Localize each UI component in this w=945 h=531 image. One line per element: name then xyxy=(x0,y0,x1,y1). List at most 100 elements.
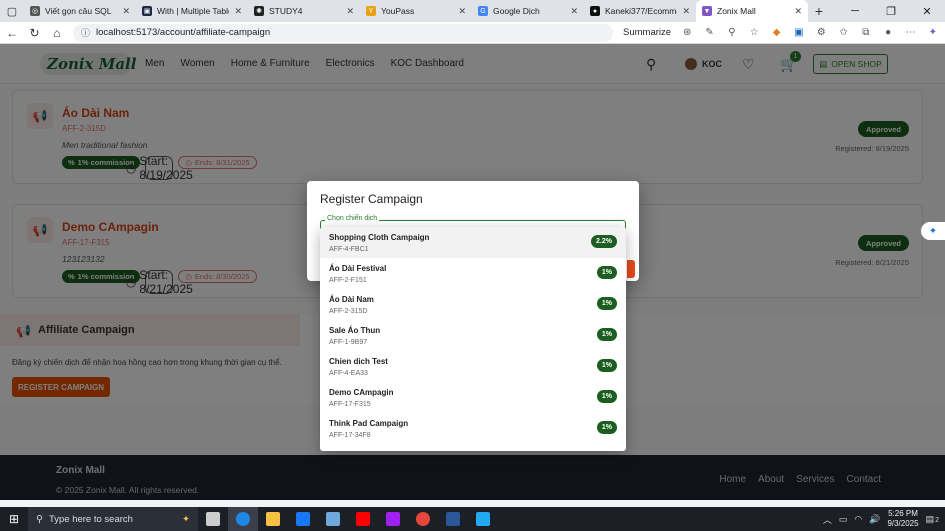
tab-favicon-icon: G xyxy=(478,6,488,16)
option-rate-badge: 1% xyxy=(596,359,617,372)
tab-title: Google Dịch xyxy=(493,6,540,16)
option-code: AFF-4-EA33 xyxy=(329,370,368,377)
volume-icon[interactable]: 🔊 xyxy=(869,514,880,525)
tab-title: Kaneki377/Ecommerce xyxy=(605,6,677,16)
taskbar-edge-icon[interactable] xyxy=(228,507,258,531)
campaign-select-label: Chọn chiến dịch xyxy=(325,215,380,222)
word-icon xyxy=(446,512,460,526)
campaign-option[interactable]: Think Pad Campaign AFF-17-34F8 1% xyxy=(320,413,626,444)
option-name: Demo CAmpagin xyxy=(329,388,394,397)
tab-close-icon[interactable]: ✕ xyxy=(794,6,802,17)
favorites-bar-icon[interactable]: ✩ xyxy=(837,26,849,40)
option-code: AFF-2-F151 xyxy=(329,277,367,284)
window-controls: ─ ❐ ✕ xyxy=(837,0,945,22)
zoom-icon[interactable]: ⚲ xyxy=(726,26,738,40)
favorite-icon[interactable]: ☆ xyxy=(748,26,760,40)
copilot-sidebar-icon[interactable]: ✦ xyxy=(927,26,939,40)
browser-tab[interactable]: ▼ Zonix Mall ✕ xyxy=(696,0,808,22)
tab-actions-icon[interactable]: ▢ xyxy=(0,0,24,22)
facebook-icon xyxy=(296,512,310,526)
tab-close-icon[interactable]: ✕ xyxy=(234,6,242,17)
dialog-submit-button[interactable] xyxy=(627,260,635,278)
option-name: Shopping Cloth Campaign xyxy=(329,233,430,242)
taskbar-youtube-icon[interactable] xyxy=(348,507,378,531)
campaign-option[interactable]: Áo Dài Nam AFF-2-315D 1% xyxy=(320,289,626,320)
campaign-option[interactable]: Demo CAmpagin AFF-17-F315 1% xyxy=(320,382,626,413)
search-icon: ⚲ xyxy=(36,513,43,525)
task-view-icon xyxy=(206,512,220,526)
url-bar[interactable]: ⓘ localhost:5173/account/affiliate-campa… xyxy=(72,23,613,42)
read-aloud-icon[interactable]: ✎ xyxy=(703,26,715,40)
tray-network-icon[interactable]: ▭ xyxy=(839,514,848,525)
collections-icon[interactable]: ⧉ xyxy=(860,26,872,40)
browser-tab[interactable]: ✺ STUDY4 ✕ xyxy=(248,0,360,22)
tab-title: With | Multiple Tables | xyxy=(157,6,229,16)
chrome-icon xyxy=(416,512,430,526)
taskbar-vscode-icon[interactable] xyxy=(468,507,498,531)
tab-close-icon[interactable]: ✕ xyxy=(122,6,130,17)
tab-favicon-icon: ● xyxy=(590,6,600,16)
floating-assistant-button[interactable]: ✦ xyxy=(921,222,945,240)
store-icon xyxy=(326,512,340,526)
clock-date: 9/3/2025 xyxy=(887,519,919,528)
taskbar-facebook-icon[interactable] xyxy=(288,507,318,531)
wifi-icon[interactable]: ◠ xyxy=(854,514,862,525)
copilot-icon[interactable]: ⊛ xyxy=(681,26,693,40)
profile-icon[interactable]: ● xyxy=(882,26,894,40)
taskbar-word-icon[interactable] xyxy=(438,507,468,531)
option-name: Think Pad Campaign xyxy=(329,419,409,428)
menu-dots-icon[interactable]: ⋯ xyxy=(904,26,916,40)
taskbar-store-icon[interactable] xyxy=(318,507,348,531)
option-name: Sale Áo Thun xyxy=(329,326,381,335)
vscode-icon xyxy=(476,512,490,526)
tray-overflow-icon[interactable]: ︿ xyxy=(823,513,832,526)
tab-favicon-icon: ▼ xyxy=(702,6,712,16)
browser-tab[interactable]: G Google Dịch ✕ xyxy=(472,0,584,22)
extension-fox-icon[interactable]: ◆ xyxy=(770,26,782,40)
tab-close-icon[interactable]: ✕ xyxy=(570,6,578,17)
option-code: AFF-17-34F8 xyxy=(329,432,371,439)
option-rate-badge: 2.2% xyxy=(591,235,617,248)
close-window-icon[interactable]: ✕ xyxy=(909,0,945,22)
taskbar-chrome-icon[interactable] xyxy=(408,507,438,531)
tab-favicon-icon: ◎ xyxy=(30,6,40,16)
dialog-title: Register Campaign xyxy=(320,192,423,206)
taskbar-task-view-icon[interactable] xyxy=(198,507,228,531)
address-toolbar: ← ↻ ⌂ ⓘ localhost:5173/account/affiliate… xyxy=(0,22,945,44)
taskbar-search[interactable]: ⚲ Type here to search ✦ xyxy=(28,507,198,531)
site-info-icon[interactable]: ⓘ xyxy=(81,26,90,39)
campaign-option[interactable]: Chien dich Test AFF-4-EA33 1% xyxy=(320,351,626,382)
summarize-button[interactable]: Summarize xyxy=(623,27,671,38)
restore-icon[interactable]: ❐ xyxy=(873,0,909,22)
clock[interactable]: 5:26 PM 9/3/2025 xyxy=(887,509,918,529)
tab-title: YouPass xyxy=(381,6,415,16)
reload-icon[interactable]: ↻ xyxy=(28,26,40,40)
tab-close-icon[interactable]: ✕ xyxy=(458,6,466,17)
campaign-option[interactable]: Áo Dài Festival AFF-2-F151 1% xyxy=(320,258,626,289)
option-rate-badge: 1% xyxy=(596,297,617,310)
taskbar-file-explorer-icon[interactable] xyxy=(258,507,288,531)
campaign-dropdown-list: Shopping Cloth Campaign AFF-4-FBC1 2.2% Áo … xyxy=(320,227,626,451)
browser-tab[interactable]: ▣ With | Multiple Tables | ✕ xyxy=(136,0,248,22)
new-tab-button[interactable]: + xyxy=(808,0,830,22)
notification-count: 2 xyxy=(935,516,939,524)
browser-tab[interactable]: ● Kaneki377/Ecommerce ✕ xyxy=(584,0,696,22)
option-name: Áo Dài Nam xyxy=(329,295,374,304)
campaign-option[interactable]: Sale Áo Thun AFF-1-9B97 1% xyxy=(320,320,626,351)
url-text: localhost:5173/account/affiliate-campaig… xyxy=(96,27,271,38)
tab-close-icon[interactable]: ✕ xyxy=(346,6,354,17)
windows-start-icon[interactable]: ⊞ xyxy=(0,507,28,531)
back-icon[interactable]: ← xyxy=(6,26,18,40)
minimize-icon[interactable]: ─ xyxy=(837,0,873,22)
browser-tab[interactable]: Y YouPass ✕ xyxy=(360,0,472,22)
campaign-option[interactable]: Shopping Cloth Campaign AFF-4-FBC1 2.2% xyxy=(320,227,626,258)
assistant-icon: ✦ xyxy=(928,225,938,237)
tab-close-icon[interactable]: ✕ xyxy=(682,6,690,17)
extensions-icon[interactable]: ⚙ xyxy=(815,26,827,40)
extension-badge-icon[interactable]: ▣ xyxy=(793,26,805,40)
clock-time: 5:26 PM xyxy=(888,509,918,518)
notification-icon[interactable]: ▤2 xyxy=(926,514,939,525)
taskbar-jetbrains-icon[interactable] xyxy=(378,507,408,531)
home-icon[interactable]: ⌂ xyxy=(51,26,63,40)
browser-tab[interactable]: ◎ Viết gọn câu SQL ✕ xyxy=(24,0,136,22)
